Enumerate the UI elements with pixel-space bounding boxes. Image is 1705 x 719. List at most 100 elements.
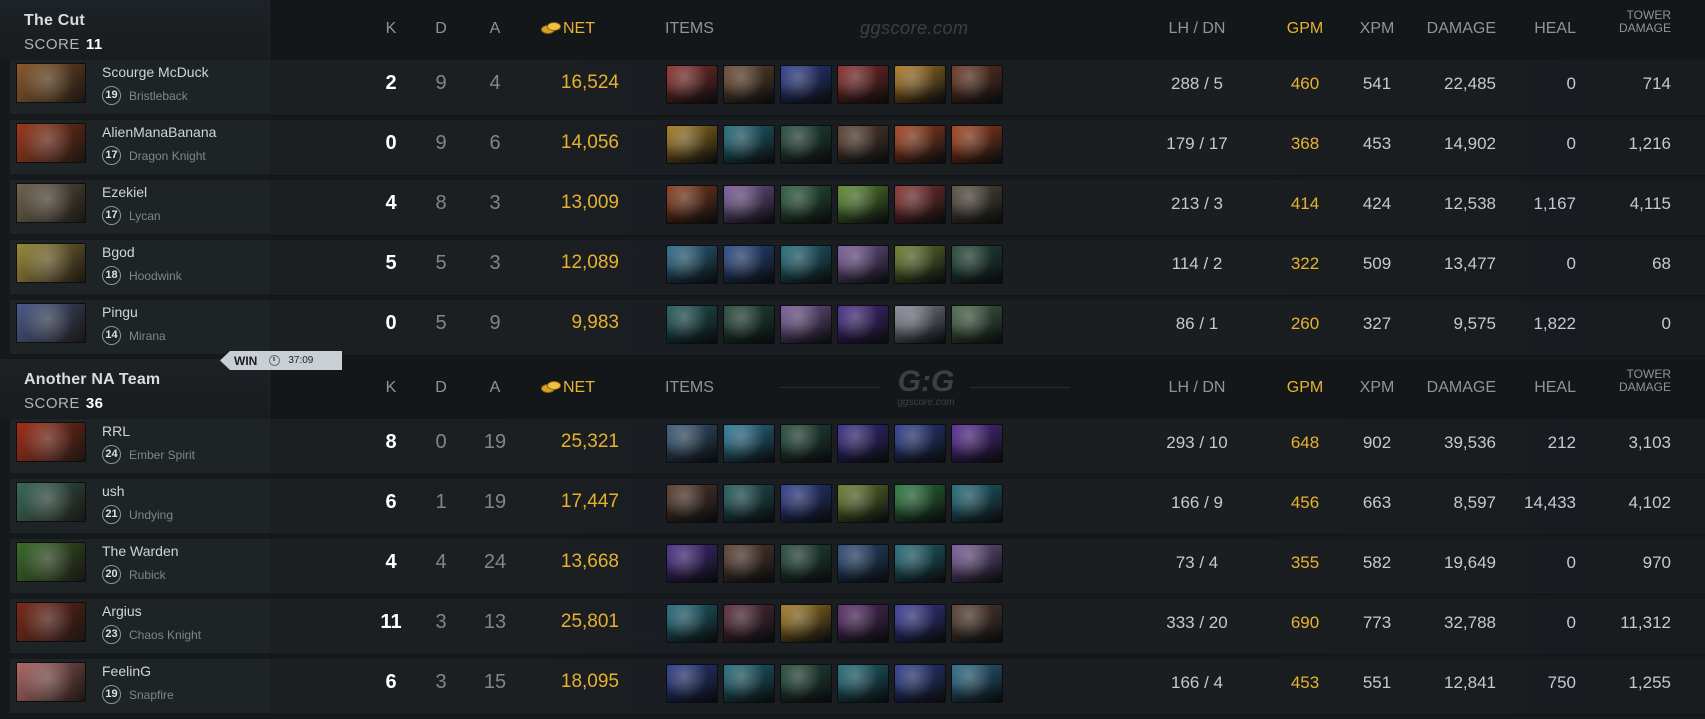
item-icon[interactable] xyxy=(723,65,775,104)
column-header-xpm[interactable]: XPM xyxy=(1360,20,1395,38)
hero-portrait[interactable] xyxy=(16,602,86,642)
player-name[interactable]: Ezekiel xyxy=(102,184,147,200)
column-header-kills[interactable]: K xyxy=(386,379,397,397)
player-name[interactable]: RRL xyxy=(102,423,130,439)
item-icon[interactable] xyxy=(894,544,946,583)
column-header-assists[interactable]: A xyxy=(490,20,501,38)
hero-portrait[interactable] xyxy=(16,303,86,343)
item-icon[interactable] xyxy=(951,125,1003,164)
column-header-assists[interactable]: A xyxy=(490,379,501,397)
team-name[interactable]: Another NA Team xyxy=(24,371,160,389)
item-icon[interactable] xyxy=(837,65,889,104)
item-icon[interactable] xyxy=(894,185,946,224)
column-header-net-worth[interactable]: NET xyxy=(541,379,595,397)
item-icon[interactable] xyxy=(723,305,775,344)
player-name[interactable]: The Warden xyxy=(102,543,179,559)
item-icon[interactable] xyxy=(666,185,718,224)
item-icon[interactable] xyxy=(837,664,889,703)
player-name[interactable]: ush xyxy=(102,483,125,499)
item-icon[interactable] xyxy=(723,484,775,523)
hero-portrait[interactable] xyxy=(16,123,86,163)
item-icon[interactable] xyxy=(837,544,889,583)
item-icon[interactable] xyxy=(723,245,775,284)
player-name[interactable]: Scourge McDuck xyxy=(102,64,209,80)
player-row[interactable]: Bgod 18 Hoodwink 5 5 3 12,089 114 / 2 322 509 13,4… xyxy=(0,238,1705,296)
column-header-tower-damage[interactable]: TOWER DAMAGE xyxy=(1619,368,1671,394)
column-header-damage[interactable]: DAMAGE xyxy=(1427,379,1496,397)
player-row[interactable]: The Warden 20 Rubick 4 4 24 13,668 73 / 4 355 582… xyxy=(0,537,1705,595)
item-icon[interactable] xyxy=(951,664,1003,703)
player-name[interactable]: Argius xyxy=(102,603,142,619)
item-icon[interactable] xyxy=(951,305,1003,344)
item-icon[interactable] xyxy=(894,125,946,164)
item-icon[interactable] xyxy=(723,185,775,224)
item-icon[interactable] xyxy=(780,604,832,643)
item-icon[interactable] xyxy=(723,544,775,583)
item-icon[interactable] xyxy=(723,664,775,703)
item-icon[interactable] xyxy=(780,245,832,284)
item-icon[interactable] xyxy=(951,544,1003,583)
item-icon[interactable] xyxy=(723,604,775,643)
item-icon[interactable] xyxy=(723,424,775,463)
item-icon[interactable] xyxy=(837,125,889,164)
item-icon[interactable] xyxy=(951,245,1003,284)
column-header-heal[interactable]: HEAL xyxy=(1534,20,1576,38)
player-row[interactable]: Pingu 14 Mirana 0 5 9 9,983 86 / 1 260 327 9,575 1,… xyxy=(0,298,1705,356)
hero-portrait[interactable] xyxy=(16,662,86,702)
column-header-last-hits-denies[interactable]: LH / DN xyxy=(1169,20,1226,38)
item-icon[interactable] xyxy=(951,185,1003,224)
item-icon[interactable] xyxy=(894,424,946,463)
hero-portrait[interactable] xyxy=(16,183,86,223)
column-header-last-hits-denies[interactable]: LH / DN xyxy=(1169,379,1226,397)
player-row[interactable]: AlienManaBanana 17 Dragon Knight 0 9 6 14,056 1… xyxy=(0,118,1705,176)
item-icon[interactable] xyxy=(837,424,889,463)
hero-portrait[interactable] xyxy=(16,243,86,283)
item-icon[interactable] xyxy=(666,484,718,523)
item-icon[interactable] xyxy=(780,125,832,164)
column-header-gpm[interactable]: GPM xyxy=(1287,20,1323,38)
item-icon[interactable] xyxy=(894,245,946,284)
item-icon[interactable] xyxy=(666,305,718,344)
item-icon[interactable] xyxy=(894,65,946,104)
player-name[interactable]: Bgod xyxy=(102,244,135,260)
item-icon[interactable] xyxy=(780,65,832,104)
item-icon[interactable] xyxy=(780,544,832,583)
column-header-kills[interactable]: K xyxy=(386,20,397,38)
item-icon[interactable] xyxy=(780,664,832,703)
player-name[interactable]: FeelinG xyxy=(102,663,151,679)
player-name[interactable]: Pingu xyxy=(102,304,138,320)
column-header-deaths[interactable]: D xyxy=(435,379,447,397)
item-icon[interactable] xyxy=(951,484,1003,523)
item-icon[interactable] xyxy=(837,185,889,224)
item-icon[interactable] xyxy=(894,484,946,523)
column-header-heal[interactable]: HEAL xyxy=(1534,379,1576,397)
hero-portrait[interactable] xyxy=(16,63,86,103)
player-row[interactable]: Ezekiel 17 Lycan 4 8 3 13,009 213 / 3 414 424 12,5… xyxy=(0,178,1705,236)
column-header-deaths[interactable]: D xyxy=(435,20,447,38)
item-icon[interactable] xyxy=(666,604,718,643)
item-icon[interactable] xyxy=(894,305,946,344)
player-name[interactable]: AlienManaBanana xyxy=(102,124,216,140)
item-icon[interactable] xyxy=(837,484,889,523)
player-row[interactable]: Scourge McDuck 19 Bristleback 2 9 4 16,524 288 … xyxy=(0,58,1705,116)
item-icon[interactable] xyxy=(951,424,1003,463)
column-header-damage[interactable]: DAMAGE xyxy=(1427,20,1496,38)
item-icon[interactable] xyxy=(837,245,889,284)
item-icon[interactable] xyxy=(780,484,832,523)
item-icon[interactable] xyxy=(951,65,1003,104)
player-row[interactable]: FeelinG 19 Snapfire 6 3 15 18,095 166 / 4 453 551… xyxy=(0,657,1705,715)
column-header-tower-damage[interactable]: TOWER DAMAGE xyxy=(1619,9,1671,35)
player-row[interactable]: ush 21 Undying 6 1 19 17,447 166 / 9 456 663 8,597… xyxy=(0,477,1705,535)
hero-portrait[interactable] xyxy=(16,422,86,462)
item-icon[interactable] xyxy=(666,664,718,703)
item-icon[interactable] xyxy=(780,305,832,344)
item-icon[interactable] xyxy=(894,604,946,643)
item-icon[interactable] xyxy=(666,544,718,583)
hero-portrait[interactable] xyxy=(16,542,86,582)
player-row[interactable]: Argius 23 Chaos Knight 11 3 13 25,801 333 / 20 6… xyxy=(0,597,1705,655)
column-header-gpm[interactable]: GPM xyxy=(1287,379,1323,397)
item-icon[interactable] xyxy=(666,65,718,104)
item-icon[interactable] xyxy=(780,424,832,463)
hero-portrait[interactable] xyxy=(16,482,86,522)
item-icon[interactable] xyxy=(723,125,775,164)
